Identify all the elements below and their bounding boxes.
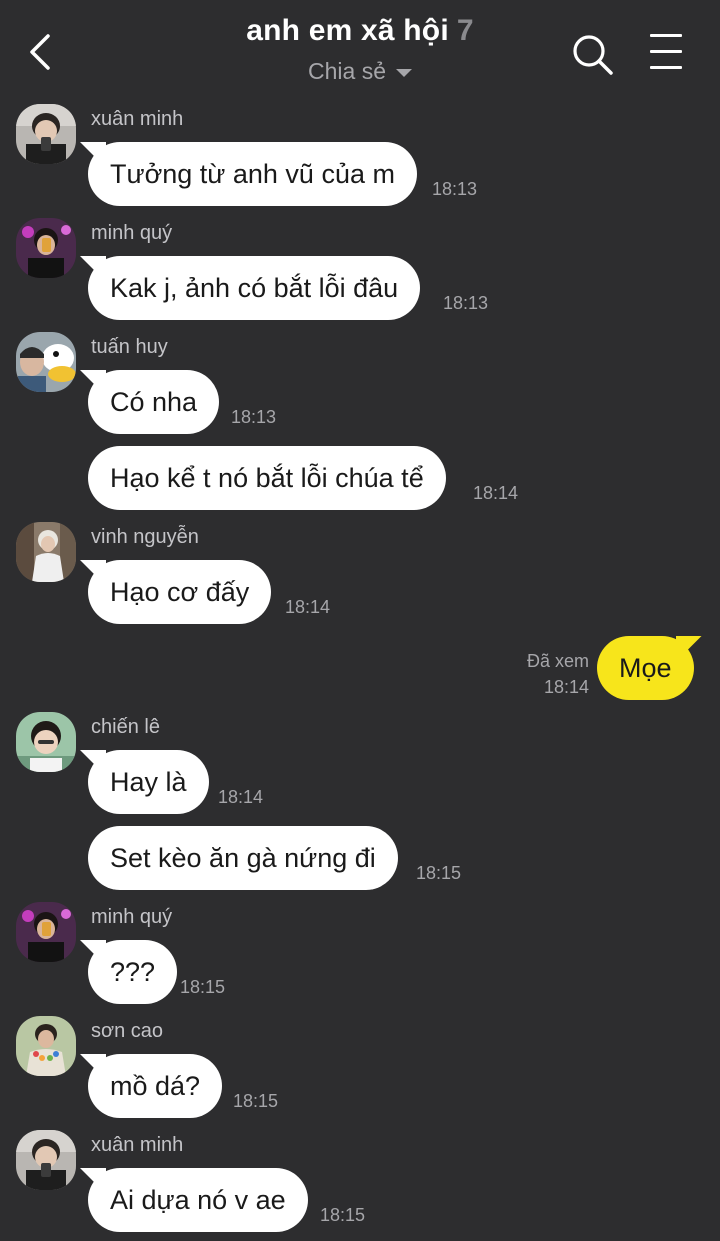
sender-name: minh quý [91,906,173,928]
avatar[interactable] [16,902,76,962]
message-time: 18:15 [320,1205,366,1225]
message-time: 18:14 [218,787,264,807]
share-dropdown[interactable]: Chia sẻ [308,58,412,85]
message-bubble[interactable]: Hạo cơ đấy [88,560,272,624]
message-bubble[interactable]: Kak j, ảnh có bắt lỗi đâu [88,256,421,320]
menu-icon-bar [650,66,682,69]
message-bubble[interactable]: Hay là [88,750,209,814]
sender-name: sơn cao [91,1020,164,1042]
member-count: 7 [456,14,474,47]
message-time: 18:14 [543,677,589,697]
search-button[interactable] [570,32,614,76]
avatar[interactable] [16,1130,76,1190]
caret-down-icon [395,68,412,77]
chat-screen: anh em xã hội 7 Chia sẻ xuân minh Tưởng … [0,0,720,1241]
message-time: 18:13 [231,407,277,427]
message-bubble[interactable]: Ai dựa nó v ae [88,1168,308,1232]
avatar[interactable] [16,1016,76,1076]
menu-icon [650,34,682,37]
sender-name: chiến lê [91,716,160,738]
menu-button[interactable] [646,32,686,72]
avatar[interactable] [16,218,76,278]
menu-icon-bar [650,50,682,53]
my-message-bubble[interactable]: Mọe [597,636,694,700]
sender-name: tuấn huy [91,336,168,358]
chat-header: anh em xã hội 7 Chia sẻ [0,0,720,100]
avatar[interactable] [16,332,76,392]
search-icon [573,35,613,75]
message-bubble[interactable]: Hạo kể t nó bắt lỗi chúa tể [88,446,446,510]
message-time: 18:13 [443,293,489,313]
sender-name: xuân minh [91,1134,184,1156]
avatar[interactable] [16,104,76,164]
message-bubble[interactable]: Tưởng từ anh vũ của m [88,142,417,206]
message-time: 18:14 [285,597,331,617]
read-status: Đã xem [526,651,589,671]
message-bubble[interactable]: ??? [88,940,178,1004]
message-bubble[interactable]: mồ dá? [88,1054,223,1118]
sender-name: minh quý [91,222,173,244]
sender-name: vinh nguyễn [91,526,199,548]
message-bubble[interactable]: Có nha [88,370,220,434]
message-time: 18:13 [432,179,478,199]
message-bubble[interactable]: Set kèo ăn gà nứng đi [88,826,398,890]
avatar[interactable] [16,712,76,772]
sender-name: xuân minh [91,108,184,130]
avatar[interactable] [16,522,76,582]
message-time: 18:15 [416,863,462,883]
group-name: anh em xã hội [246,14,449,47]
share-label: Chia sẻ [308,58,386,84]
message-time: 18:14 [473,483,519,503]
message-time: 18:15 [180,977,226,997]
message-time: 18:15 [233,1091,279,1111]
